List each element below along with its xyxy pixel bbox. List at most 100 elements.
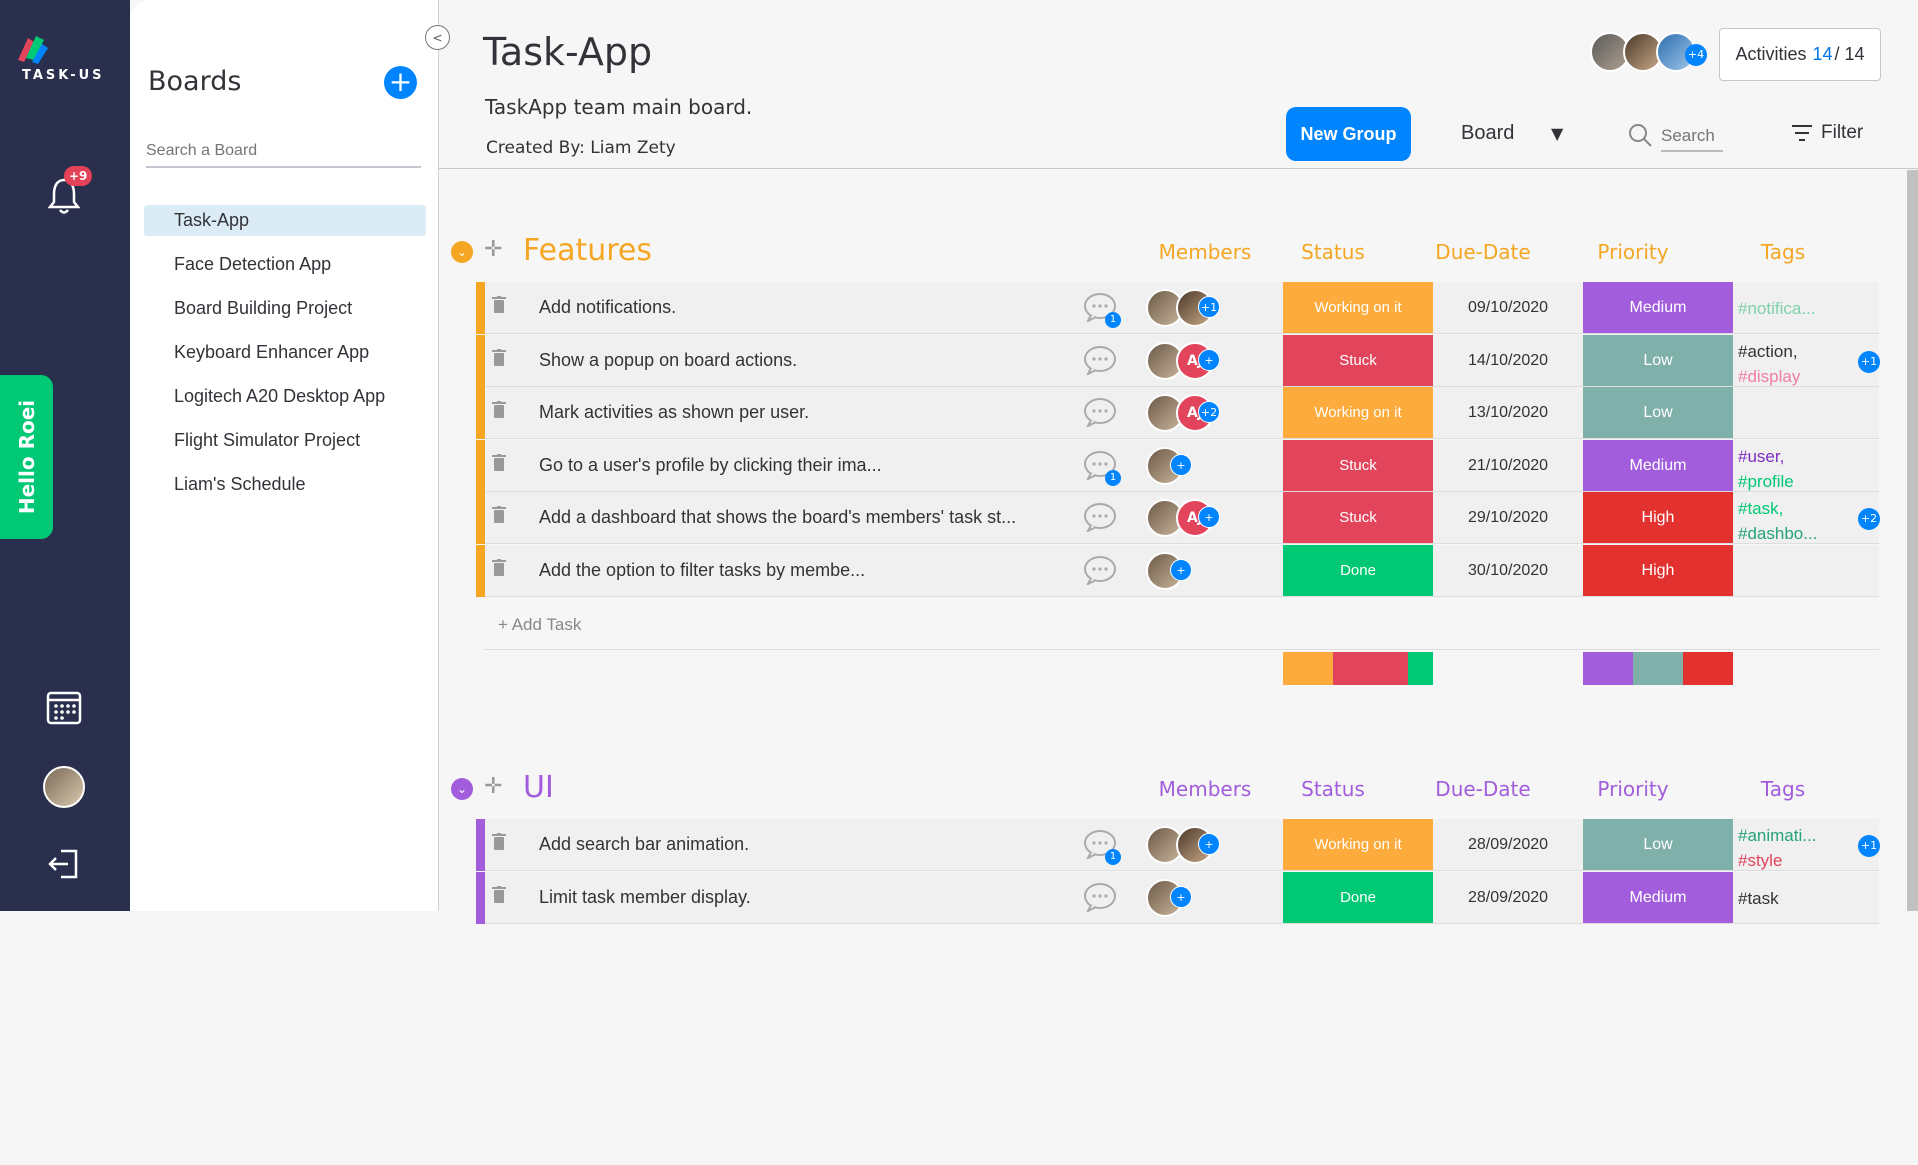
- task-title[interactable]: Add search bar animation.: [539, 834, 1059, 855]
- tag-label[interactable]: #action,: [1738, 339, 1848, 364]
- due-date-cell[interactable]: 21/10/2020: [1433, 440, 1583, 491]
- drag-handle-icon[interactable]: ✛: [484, 238, 508, 262]
- board-list-item[interactable]: Board Building Project: [144, 293, 426, 337]
- task-members[interactable]: +1: [1146, 289, 1246, 329]
- column-members[interactable]: Members: [1157, 240, 1253, 264]
- trash-icon[interactable]: [492, 506, 512, 526]
- task-title[interactable]: Mark activities as shown per user.: [539, 402, 1059, 423]
- tags-cell[interactable]: #notifica...: [1738, 296, 1848, 321]
- column-priority[interactable]: Priority: [1558, 777, 1708, 801]
- trash-icon[interactable]: [492, 833, 512, 853]
- drag-handle-icon[interactable]: ✛: [484, 775, 508, 799]
- add-member-button[interactable]: +: [1170, 885, 1192, 908]
- task-members[interactable]: AJ +: [1146, 341, 1246, 382]
- tags-cell[interactable]: #user, #profile: [1738, 444, 1848, 494]
- app-logo[interactable]: TASK-US: [8, 30, 118, 90]
- trash-icon[interactable]: [492, 558, 512, 579]
- priority-cell[interactable]: Medium: [1583, 282, 1733, 333]
- status-cell[interactable]: Working on it: [1283, 819, 1433, 870]
- status-cell[interactable]: Done: [1283, 871, 1433, 923]
- priority-cell[interactable]: High: [1583, 544, 1733, 596]
- task-row[interactable]: Go to a user's profile by clicking their…: [476, 439, 1879, 494]
- more-members-badge[interactable]: +4: [1685, 44, 1707, 66]
- filter-button[interactable]: Filter: [1791, 122, 1863, 144]
- task-members[interactable]: AJ +2: [1146, 394, 1246, 434]
- board-list-item[interactable]: Flight Simulator Project: [144, 425, 426, 469]
- due-date-cell[interactable]: 14/10/2020: [1433, 335, 1583, 386]
- tag-label[interactable]: #user,: [1738, 444, 1848, 469]
- due-date-cell[interactable]: 28/09/2020: [1433, 872, 1583, 923]
- task-row[interactable]: Limit task member display. + Done 28/09/202…: [476, 871, 1879, 924]
- status-cell[interactable]: Stuck: [1283, 439, 1433, 491]
- tag-label[interactable]: #notifica...: [1738, 296, 1848, 321]
- view-select[interactable]: Board: [1461, 122, 1514, 145]
- priority-cell[interactable]: Low: [1583, 334, 1733, 386]
- status-cell[interactable]: Stuck: [1283, 492, 1433, 543]
- column-due-date[interactable]: Due-Date: [1408, 777, 1558, 801]
- search-icon[interactable]: [1627, 122, 1653, 148]
- task-members[interactable]: +: [1146, 446, 1246, 487]
- task-row[interactable]: Show a popup on board actions. AJ + Stuck 14…: [476, 334, 1880, 389]
- logout-icon[interactable]: [47, 848, 79, 880]
- add-member-button[interactable]: +: [1198, 348, 1220, 371]
- trash-icon[interactable]: [492, 296, 512, 316]
- task-row[interactable]: Mark activities as shown per user. AJ +2 Wo…: [476, 387, 1879, 439]
- board-description[interactable]: TaskApp team main board.: [485, 95, 752, 119]
- due-date-cell[interactable]: 29/10/2020: [1433, 492, 1583, 543]
- add-member-button[interactable]: +1: [1198, 296, 1220, 318]
- task-row[interactable]: Add notifications. 1 +1 Working on it 09/10/…: [476, 282, 1879, 334]
- task-members[interactable]: +: [1146, 826, 1246, 866]
- task-members[interactable]: +: [1146, 878, 1246, 919]
- calendar-icon[interactable]: [46, 689, 82, 725]
- comment-icon[interactable]: [1083, 397, 1119, 429]
- tag-label[interactable]: #profile: [1738, 469, 1848, 494]
- tag-label[interactable]: #display: [1738, 364, 1848, 389]
- comment-icon[interactable]: 1: [1083, 450, 1121, 486]
- status-cell[interactable]: Working on it: [1283, 387, 1433, 438]
- add-member-button[interactable]: +: [1170, 453, 1192, 476]
- column-status[interactable]: Status: [1258, 777, 1408, 801]
- comment-icon[interactable]: [1083, 555, 1119, 587]
- add-board-button[interactable]: +: [384, 66, 417, 99]
- add-task-button[interactable]: + Add Task: [498, 615, 581, 635]
- tags-cell[interactable]: #task: [1738, 886, 1848, 911]
- board-list-item[interactable]: Task-App: [144, 205, 426, 236]
- status-cell[interactable]: Done: [1283, 544, 1433, 596]
- status-cell[interactable]: Stuck: [1283, 334, 1433, 386]
- search-input[interactable]: [1661, 122, 1723, 152]
- comment-icon[interactable]: [1083, 502, 1119, 534]
- priority-cell[interactable]: Medium: [1583, 871, 1733, 923]
- column-status[interactable]: Status: [1258, 240, 1408, 264]
- due-date-cell[interactable]: 28/09/2020: [1433, 819, 1583, 870]
- task-title[interactable]: Add notifications.: [539, 297, 1059, 318]
- board-list-item[interactable]: Face Detection App: [144, 249, 426, 293]
- board-list-item[interactable]: Keyboard Enhancer App: [144, 337, 426, 381]
- group-name[interactable]: UI: [523, 770, 554, 805]
- greeting-tab[interactable]: Hello Roei: [0, 375, 53, 539]
- tag-label[interactable]: #dashbo...: [1738, 521, 1848, 546]
- column-priority[interactable]: Priority: [1558, 240, 1708, 264]
- task-members[interactable]: +: [1146, 551, 1246, 592]
- collapse-sidebar-button[interactable]: <: [425, 25, 450, 50]
- tag-label[interactable]: #task: [1738, 886, 1848, 911]
- comment-icon[interactable]: 1: [1083, 292, 1121, 328]
- activities-button[interactable]: Activities 14 / 14: [1719, 28, 1881, 81]
- column-tags[interactable]: Tags: [1708, 777, 1858, 801]
- task-title[interactable]: Limit task member display.: [539, 887, 1059, 908]
- due-date-cell[interactable]: 13/10/2020: [1433, 387, 1583, 438]
- priority-cell[interactable]: Low: [1583, 387, 1733, 438]
- tags-cell[interactable]: #task, #dashbo...: [1738, 496, 1848, 546]
- add-member-button[interactable]: +: [1198, 506, 1220, 528]
- task-row[interactable]: Add search bar animation. 1 + Working on it…: [476, 819, 1880, 871]
- due-date-cell[interactable]: 09/10/2020: [1433, 282, 1583, 333]
- tag-label[interactable]: #task,: [1738, 496, 1848, 521]
- priority-cell[interactable]: Low: [1583, 819, 1733, 870]
- column-members[interactable]: Members: [1157, 777, 1253, 801]
- column-due-date[interactable]: Due-Date: [1408, 240, 1558, 264]
- task-row[interactable]: Add the option to filter tasks by membe.…: [476, 544, 1879, 597]
- status-cell[interactable]: Working on it: [1283, 282, 1433, 333]
- trash-icon[interactable]: [492, 401, 512, 421]
- due-date-cell[interactable]: 30/10/2020: [1433, 545, 1583, 596]
- group-name[interactable]: Features: [523, 233, 652, 268]
- user-avatar[interactable]: [43, 766, 85, 808]
